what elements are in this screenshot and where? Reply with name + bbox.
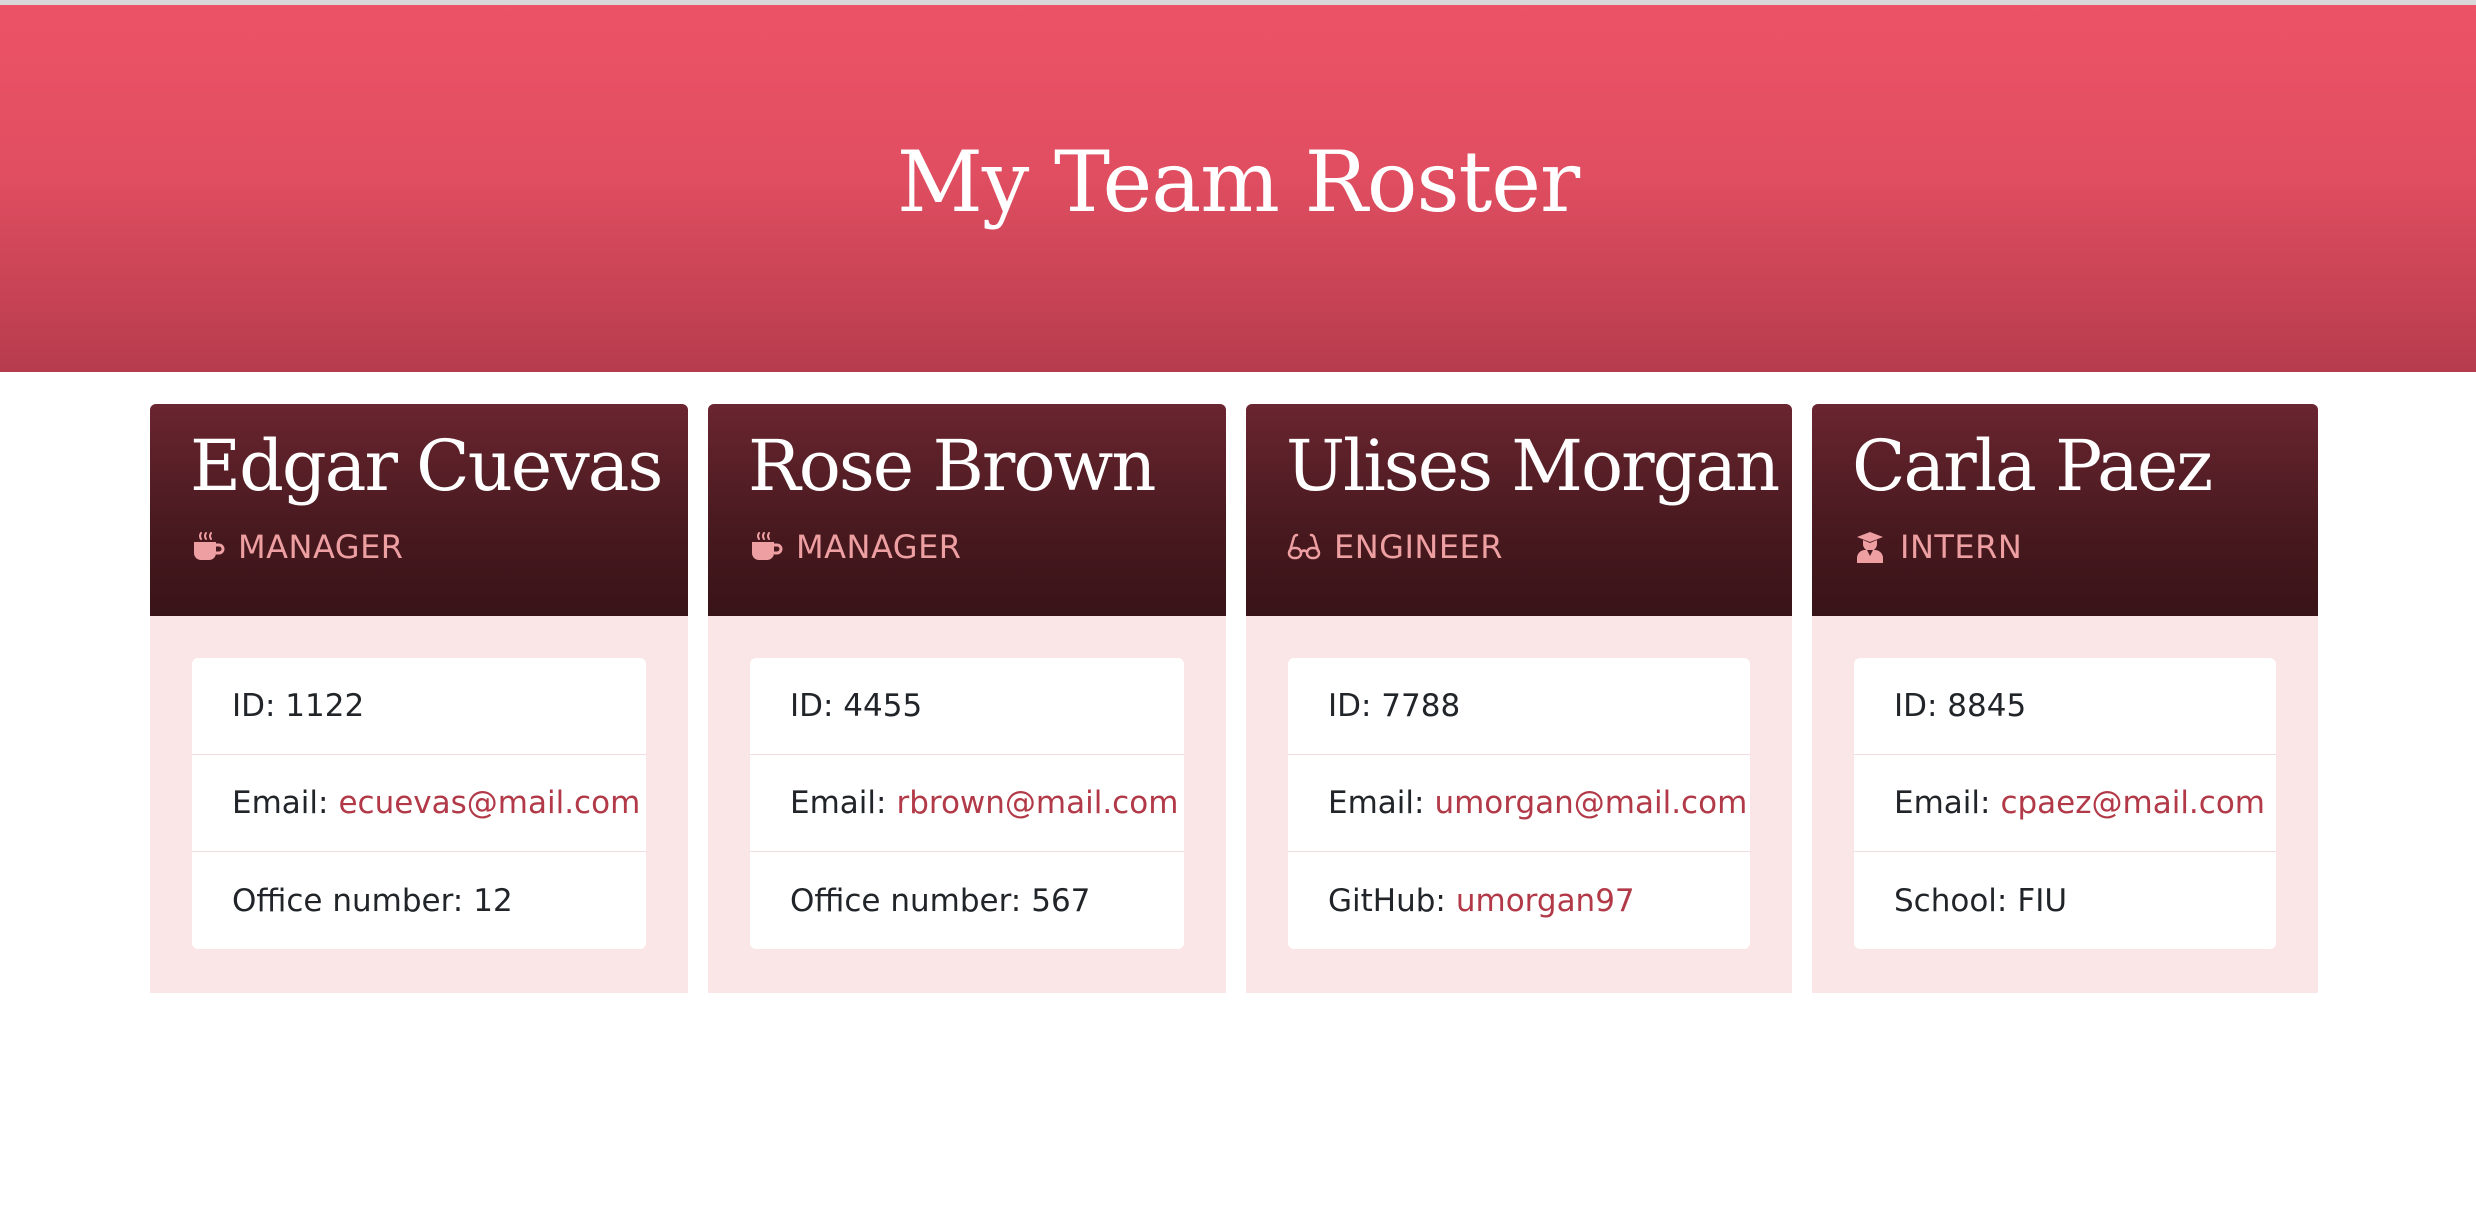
office-number-value: 12 bbox=[473, 882, 513, 919]
employee-card: Ulises Morgan ENGINEER ID: 7788 Email: u… bbox=[1246, 404, 1792, 993]
office-number-label: Office number: bbox=[790, 882, 1022, 919]
employee-id: ID: 4455 bbox=[750, 658, 1184, 755]
email-link[interactable]: ecuevas@mail.com bbox=[338, 785, 640, 821]
graduate-icon bbox=[1852, 529, 1888, 565]
email-label: Email: bbox=[790, 785, 887, 821]
card-header: Rose Brown MANAGER bbox=[708, 404, 1226, 616]
office-number-value: 567 bbox=[1031, 882, 1091, 919]
github-label: GitHub: bbox=[1328, 882, 1446, 919]
role-label: ENGINEER bbox=[1334, 528, 1503, 566]
employee-email-row: Email: rbrown@mail.com bbox=[750, 755, 1184, 852]
role-label: INTERN bbox=[1900, 528, 2023, 566]
employee-id: ID: 7788 bbox=[1288, 658, 1750, 755]
employee-name: Carla Paez bbox=[1852, 425, 2213, 507]
info-list: ID: 7788 Email: umorgan@mail.com GitHub:… bbox=[1288, 658, 1750, 949]
coffee-icon bbox=[190, 529, 226, 565]
card-header: Edgar Cuevas MANAGER bbox=[150, 404, 688, 616]
employee-email-row: Email: ecuevas@mail.com bbox=[192, 755, 646, 852]
email-link[interactable]: rbrown@mail.com bbox=[896, 785, 1178, 821]
github-row: GitHub: umorgan97 bbox=[1288, 852, 1750, 949]
hero-banner: My Team Roster bbox=[0, 5, 2476, 372]
employee-role: ENGINEER bbox=[1286, 528, 1792, 566]
role-label: MANAGER bbox=[238, 528, 404, 566]
github-link[interactable]: umorgan97 bbox=[1456, 883, 1635, 919]
school-row: School: FIU bbox=[1854, 852, 2276, 949]
employee-name: Edgar Cuevas bbox=[190, 425, 663, 507]
page-title: My Team Roster bbox=[896, 132, 1580, 231]
school-value: FIU bbox=[2017, 882, 2068, 919]
office-number-row: Office number: 567 bbox=[750, 852, 1184, 949]
info-list: ID: 1122 Email: ecuevas@mail.com Office … bbox=[192, 658, 646, 949]
email-label: Email: bbox=[1894, 785, 1991, 821]
employee-card: Rose Brown MANAGER ID: 4455 Email: rbrow… bbox=[708, 404, 1226, 993]
info-list: ID: 4455 Email: rbrown@mail.com Office n… bbox=[750, 658, 1184, 949]
office-number-row: Office number: 12 bbox=[192, 852, 646, 949]
employee-card: Carla Paez INTERN ID: 8845 Email: cpaez@… bbox=[1812, 404, 2318, 993]
employee-name: Ulises Morgan bbox=[1286, 425, 1780, 507]
employee-role: MANAGER bbox=[748, 528, 1226, 566]
employee-id: ID: 1122 bbox=[192, 658, 646, 755]
glasses-icon bbox=[1286, 529, 1322, 565]
employee-name: Rose Brown bbox=[748, 425, 1157, 507]
card-header: Carla Paez INTERN bbox=[1812, 404, 2318, 616]
email-link[interactable]: umorgan@mail.com bbox=[1434, 785, 1747, 821]
email-label: Email: bbox=[232, 785, 329, 821]
employee-id: ID: 8845 bbox=[1854, 658, 2276, 755]
employee-email-row: Email: umorgan@mail.com bbox=[1288, 755, 1750, 852]
employee-role: MANAGER bbox=[190, 528, 688, 566]
role-label: MANAGER bbox=[796, 528, 962, 566]
office-number-label: Office number: bbox=[232, 882, 464, 919]
employee-card: Edgar Cuevas MANAGER ID: 1122 Email: ecu… bbox=[150, 404, 688, 993]
employee-email-row: Email: cpaez@mail.com bbox=[1854, 755, 2276, 852]
card-header: Ulises Morgan ENGINEER bbox=[1246, 404, 1792, 616]
coffee-icon bbox=[748, 529, 784, 565]
info-list: ID: 8845 Email: cpaez@mail.com School: F… bbox=[1854, 658, 2276, 949]
employee-role: INTERN bbox=[1852, 528, 2318, 566]
email-link[interactable]: cpaez@mail.com bbox=[2000, 785, 2265, 821]
email-label: Email: bbox=[1328, 785, 1425, 821]
school-label: School: bbox=[1894, 882, 2008, 919]
